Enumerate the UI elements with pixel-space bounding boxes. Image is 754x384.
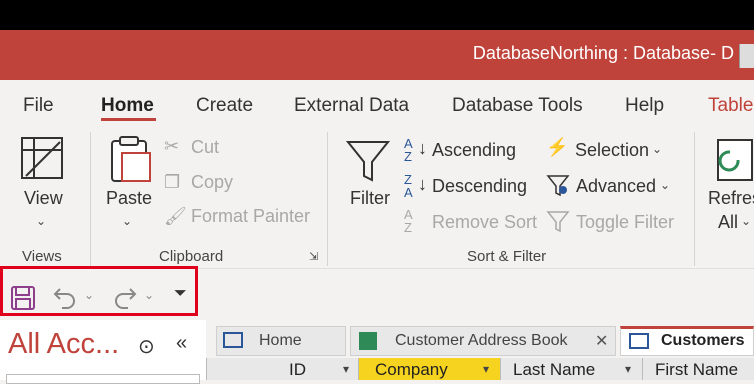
tab-home-form-label: Home — [259, 332, 302, 349]
column-dropdown-icon[interactable]: ▾ — [343, 362, 349, 376]
filter-button[interactable]: Filter — [350, 188, 390, 209]
cut-icon: ✂ — [164, 136, 180, 156]
close-icon[interactable]: ✕ — [595, 331, 608, 351]
format-painter-button[interactable]: Format Painter — [191, 206, 310, 227]
tab-home[interactable]: Home — [101, 95, 154, 117]
advanced-dropdown-icon[interactable]: ⌄ — [660, 178, 670, 192]
table-icon — [629, 333, 649, 349]
tab-customers-label: Customers — [661, 332, 745, 349]
tab-table[interactable]: Table — [708, 95, 753, 117]
paste-icon — [111, 136, 151, 182]
column-header-first-name[interactable]: First Name — [642, 358, 754, 380]
tab-home-form[interactable]: Home — [216, 326, 346, 356]
tab-create[interactable]: Create — [196, 95, 253, 117]
views-group-label: Views — [22, 248, 62, 265]
title-bar: DatabaseNorthing : Database- D — [0, 30, 754, 80]
refresh-dropdown-icon[interactable]: ⌄ — [741, 214, 751, 228]
descending-icon: ZA — [404, 172, 413, 200]
nav-pane-title[interactable]: All Acc... — [8, 328, 119, 361]
copy-icon: ❐ — [164, 172, 181, 192]
column-header-label: Last Name — [513, 360, 596, 379]
selection-button[interactable]: Selection — [575, 140, 649, 161]
view-dropdown-icon[interactable]: ⌄ — [36, 214, 46, 228]
column-dropdown-icon[interactable]: ▾ — [483, 362, 489, 376]
tab-customer-address-book[interactable]: Customer Address Book ✕ — [350, 326, 616, 356]
sort-filter-group-label: Sort & Filter — [467, 248, 547, 265]
separator — [694, 132, 695, 266]
navigation-pane: All Acc... ⊙ « — [0, 320, 207, 384]
column-header-last-name[interactable]: Last Name ▾ — [500, 358, 642, 380]
descending-button[interactable]: Descending — [432, 176, 527, 197]
toggle-filter-icon — [546, 211, 570, 233]
paste-dropdown-icon[interactable]: ⌄ — [122, 214, 132, 228]
ascending-icon: AZ — [404, 136, 413, 164]
report-icon — [359, 332, 377, 350]
tab-database-tools[interactable]: Database Tools — [452, 95, 583, 117]
nav-pane-menu-icon[interactable]: ⊙ — [138, 334, 155, 359]
ascending-button[interactable]: Ascending — [432, 140, 516, 161]
format-painter-icon: 🖌 — [164, 206, 187, 226]
nav-search-input[interactable] — [6, 374, 200, 384]
column-dropdown-icon[interactable]: ▾ — [625, 362, 631, 376]
active-tab-underline — [101, 118, 156, 121]
column-header-id[interactable]: ID ▾ — [206, 358, 358, 380]
title-scroll-handle[interactable] — [739, 44, 754, 68]
clipboard-launcher-icon[interactable]: ⇲ — [309, 250, 318, 263]
column-header-label: Company — [375, 360, 448, 379]
cut-button[interactable]: Cut — [191, 137, 219, 158]
refresh-all-button[interactable]: Refres — [708, 188, 754, 209]
descending-arrow-icon: ↓ — [418, 174, 427, 194]
filter-icon — [345, 141, 391, 182]
remove-sort-icon: AZ — [404, 207, 413, 235]
clipboard-group-label: Clipboard — [159, 248, 224, 265]
separator — [327, 132, 328, 266]
screen-top-bar — [0, 0, 754, 30]
advanced-icon — [546, 175, 570, 197]
advanced-button[interactable]: Advanced — [576, 176, 656, 197]
tab-file[interactable]: File — [23, 95, 54, 117]
tab-external-data[interactable]: External Data — [294, 95, 409, 117]
copy-button[interactable]: Copy — [191, 172, 233, 193]
selection-dropdown-icon[interactable]: ⌄ — [652, 142, 662, 156]
tab-help[interactable]: Help — [625, 95, 664, 117]
paste-button[interactable]: Paste — [106, 188, 152, 209]
tab-customers[interactable]: Customers — [620, 326, 754, 356]
toggle-filter-button[interactable]: Toggle Filter — [576, 212, 674, 233]
refresh-all-sub-label: All — [718, 212, 739, 232]
separator — [90, 132, 91, 266]
column-header-label: ID — [289, 360, 306, 379]
ascending-arrow-icon: ↓ — [418, 138, 427, 158]
selection-icon: ⚡ — [546, 137, 569, 157]
view-button[interactable]: View — [24, 188, 63, 209]
qat-highlight-box — [0, 266, 198, 316]
refresh-icon — [717, 139, 753, 181]
view-icon — [21, 137, 63, 179]
column-header-company[interactable]: Company ▾ — [358, 358, 500, 380]
column-header-label: First Name — [655, 360, 739, 379]
form-icon — [223, 332, 243, 348]
nav-pane-collapse-icon[interactable]: « — [176, 332, 187, 355]
tab-customer-address-book-label: Customer Address Book — [395, 332, 568, 349]
remove-sort-button[interactable]: Remove Sort — [432, 212, 537, 233]
window-title: DatabaseNorthing : Database- D — [472, 43, 734, 63]
